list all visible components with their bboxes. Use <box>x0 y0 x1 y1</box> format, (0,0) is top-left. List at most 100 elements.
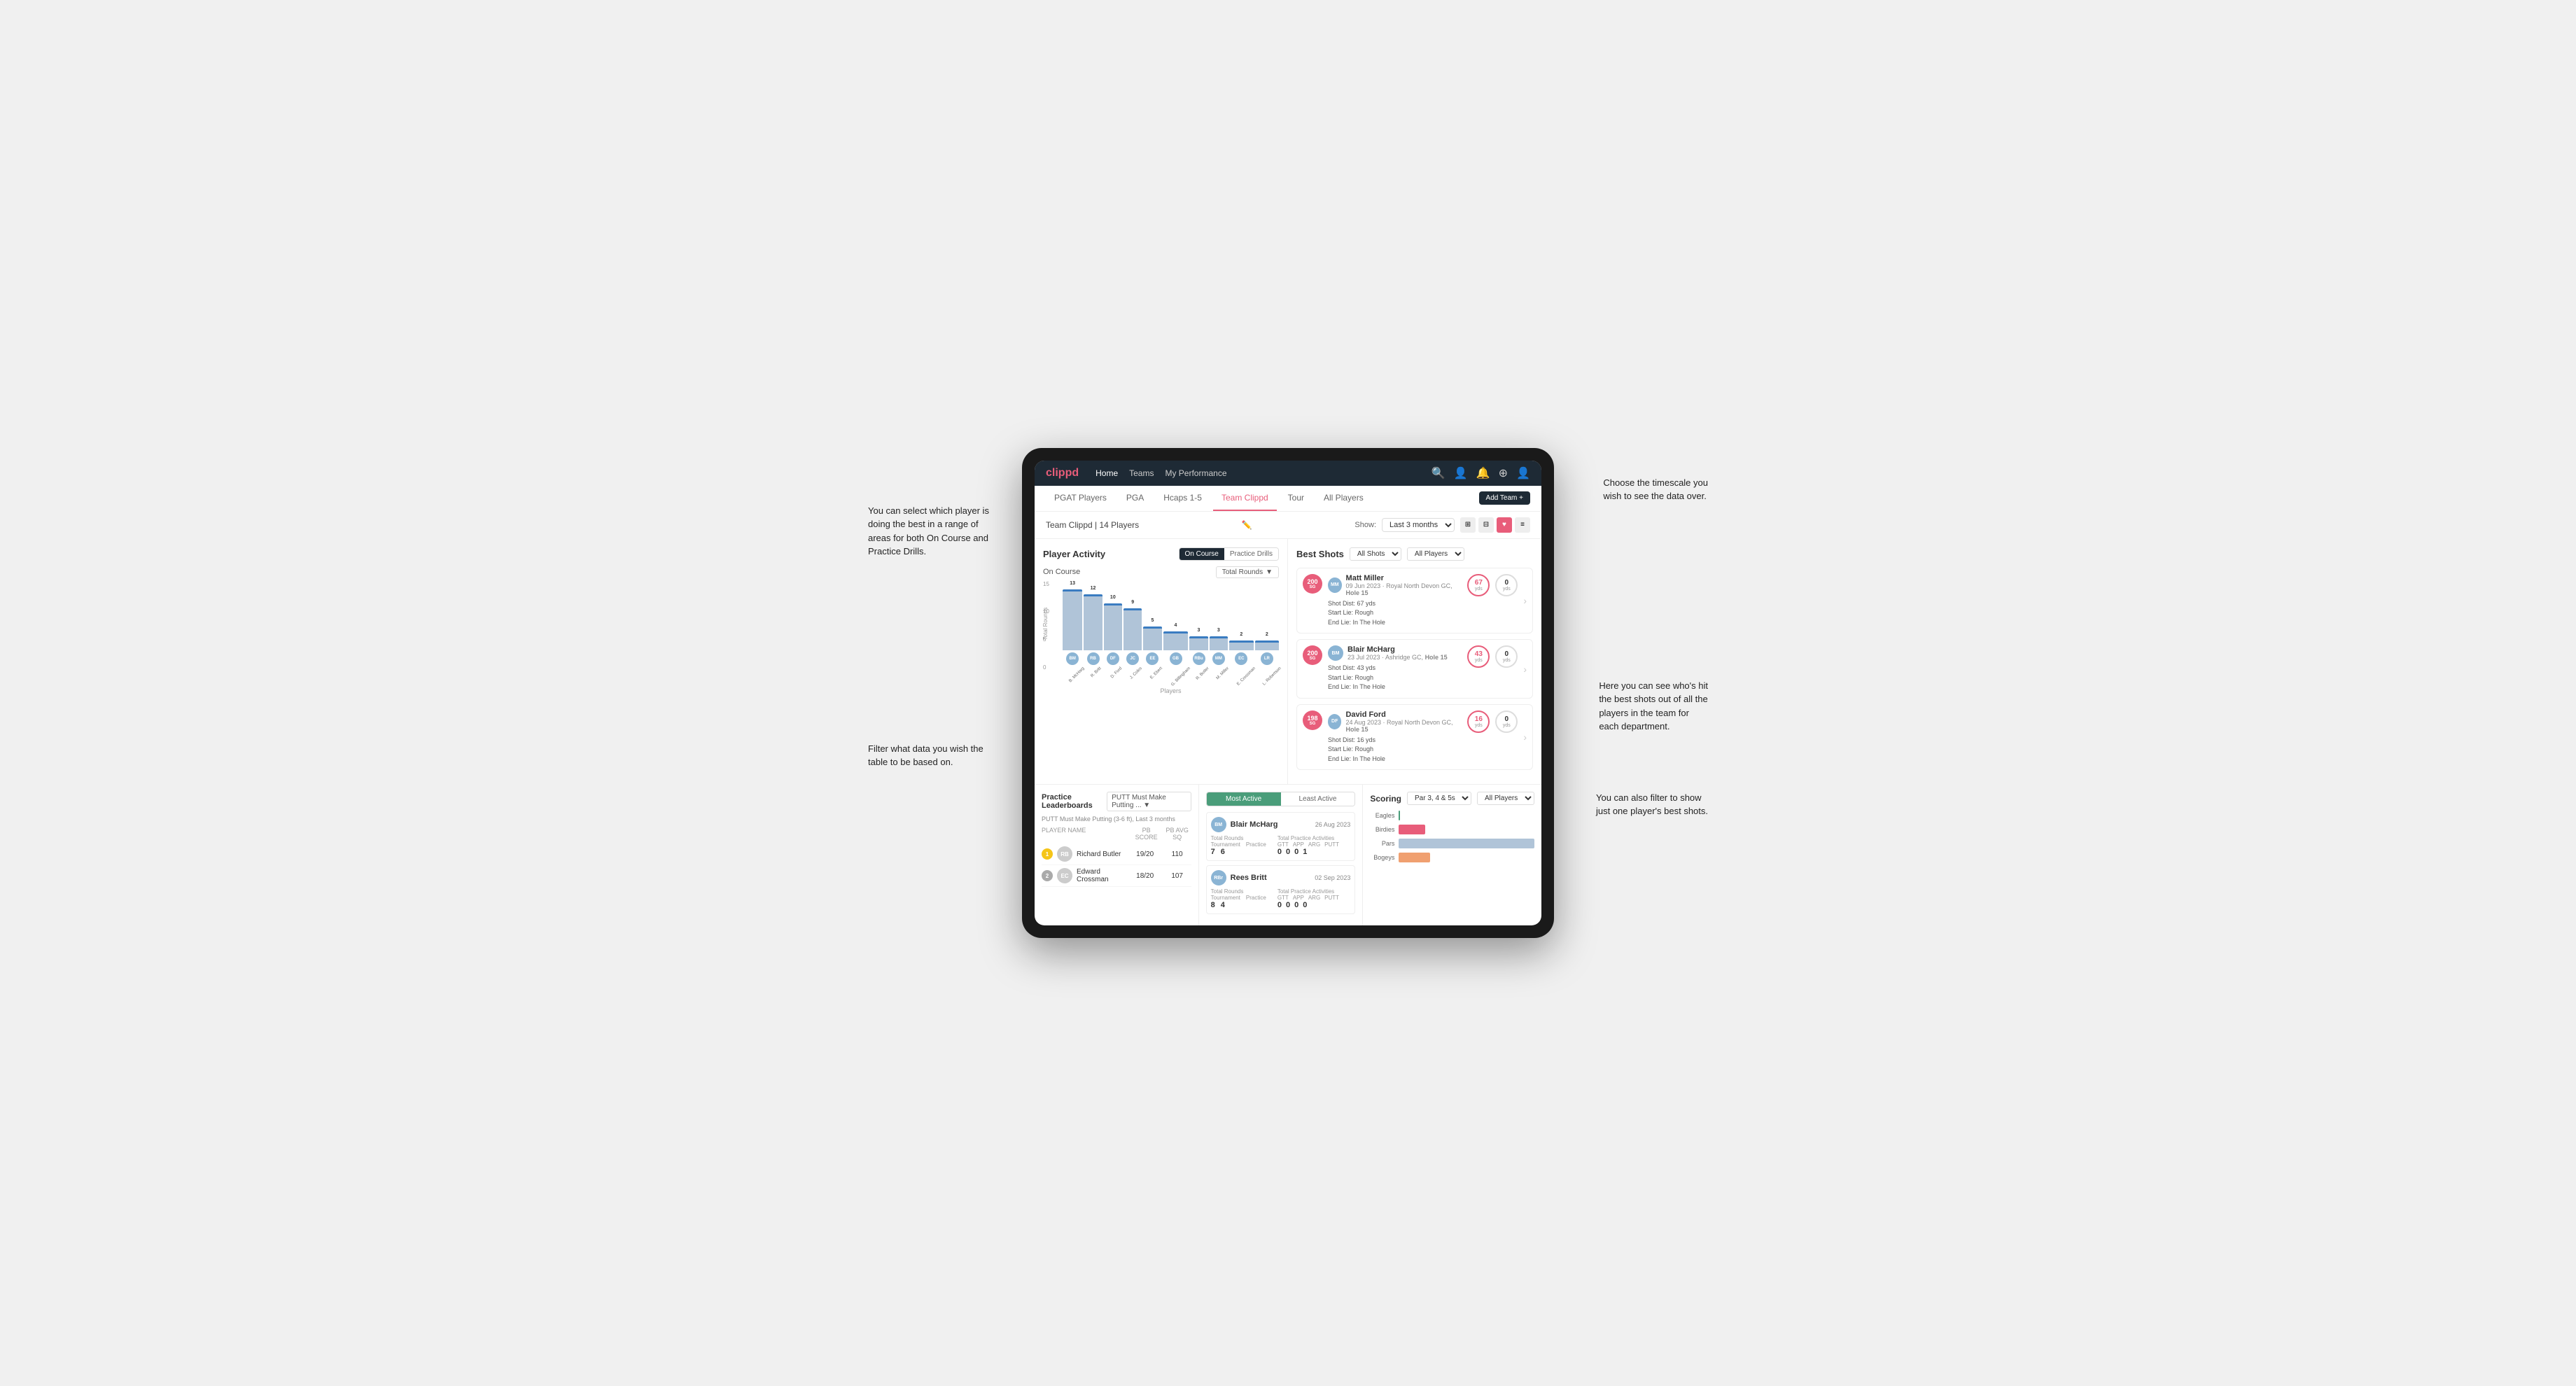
search-icon[interactable]: 🔍 <box>1432 466 1446 480</box>
all-shots-filter[interactable]: All Shots <box>1350 547 1401 561</box>
pl-header: Practice Leaderboards PUTT Must Make Put… <box>1042 792 1191 811</box>
shot-player-name-group: David Ford 24 Aug 2023 · Royal North Dev… <box>1345 710 1462 733</box>
scoring-bar <box>1399 811 1400 820</box>
pl-player-name: Edward Crossman <box>1077 868 1127 883</box>
view-grid2-icon[interactable]: ⊟ <box>1478 517 1494 533</box>
scoring-bar <box>1399 853 1430 862</box>
pl-row[interactable]: 1 RB Richard Butler 19/20 110 <box>1042 844 1191 865</box>
all-players-filter[interactable]: All Players <box>1407 547 1464 561</box>
shot-card[interactable]: 200 SG BM Blair McHarg 23 Jul 2023 · Ash… <box>1296 639 1533 699</box>
bar-group: 3 MM M. Miller <box>1210 581 1228 671</box>
ma-stats: Total Rounds TournamentPractice 8 4 Tota… <box>1211 888 1351 909</box>
pl-avg: 110 <box>1163 850 1191 858</box>
shot-course: 23 Jul 2023 · Ashridge GC, Hole 15 <box>1348 654 1448 661</box>
ma-practice-val: 4 <box>1221 901 1225 909</box>
add-icon[interactable]: ⊕ <box>1499 466 1508 480</box>
tab-bar: PGAT Players PGA Hcaps 1-5 Team Clippd T… <box>1035 486 1541 512</box>
scoring-row: Bogeys 115 <box>1370 853 1534 862</box>
most-active-btn[interactable]: Most Active <box>1207 792 1281 806</box>
tab-tour[interactable]: Tour <box>1280 486 1312 511</box>
pl-col-pb-avg: PB AVG SQ <box>1163 827 1191 841</box>
stat-remaining: 0 yds <box>1495 710 1518 733</box>
ma-activities-sublabels: GTTAPPARGPUTT <box>1278 841 1339 848</box>
tab-pgat-players[interactable]: PGAT Players <box>1046 486 1115 511</box>
scoring-filter2[interactable]: All Players <box>1477 792 1534 805</box>
scoring-panel: Scoring Par 3, 4 & 5s All Players Eagles… <box>1363 785 1541 925</box>
pl-rank-badge: 1 <box>1042 848 1053 860</box>
ma-app: 0 <box>1286 901 1290 909</box>
scoring-bar-wrap: 3 <box>1399 811 1534 820</box>
user-icon[interactable]: 👤 <box>1454 466 1468 480</box>
shot-badge: 200 SG <box>1303 574 1322 594</box>
least-active-btn[interactable]: Least Active <box>1281 792 1355 806</box>
annotation-bottom-right: You can also filter to show just one pla… <box>1596 791 1708 818</box>
pl-subtitle: PUTT Must Make Putting (3-6 ft), Last 3 … <box>1042 816 1191 822</box>
ma-rounds-label: Total Rounds <box>1211 888 1266 895</box>
ma-tournament-val: 7 <box>1211 848 1215 856</box>
nav-link-teams[interactable]: Teams <box>1129 468 1154 478</box>
ma-date: 02 Sep 2023 <box>1315 874 1350 881</box>
pl-title: Practice Leaderboards <box>1042 793 1107 810</box>
shot-player-row: BM Blair McHarg 23 Jul 2023 · Ashridge G… <box>1328 645 1462 661</box>
player-activity-header: Player Activity On Course Practice Drill… <box>1043 547 1279 561</box>
scoring-row: Eagles 3 <box>1370 811 1534 820</box>
shot-player-name: David Ford <box>1345 710 1462 719</box>
pl-filter[interactable]: PUTT Must Make Putting ... ▼ <box>1107 792 1191 811</box>
shot-details: Shot Dist: 43 ydsStart Lie: RoughEnd Lie… <box>1328 664 1462 692</box>
shot-avatar: DF <box>1328 714 1341 729</box>
ma-gtt: 0 <box>1278 848 1282 856</box>
shot-badge: 198 SG <box>1303 710 1322 730</box>
scoring-header: Scoring Par 3, 4 & 5s All Players <box>1370 792 1534 805</box>
most-active-panel: Most Active Least Active BM Blair McHarg… <box>1199 785 1364 925</box>
ma-date: 26 Aug 2023 <box>1315 821 1351 828</box>
player-activity-title: Player Activity <box>1043 549 1105 559</box>
best-shots-panel: Best Shots All Shots All Players 200 SG … <box>1288 539 1541 785</box>
toggle-practice-drills[interactable]: Practice Drills <box>1224 548 1278 560</box>
nav-link-home[interactable]: Home <box>1096 468 1118 478</box>
shot-card[interactable]: 200 SG MM Matt Miller 09 Jun 2023 · Roya… <box>1296 568 1533 634</box>
tab-all-players[interactable]: All Players <box>1315 486 1372 511</box>
ma-activities-label: Total Practice Activities <box>1278 888 1339 895</box>
ma-player-info: BM Blair McHarg <box>1211 817 1278 832</box>
chart-sublabel: On Course <box>1043 568 1080 576</box>
shot-player-name-group: Matt Miller 09 Jun 2023 · Royal North De… <box>1346 574 1462 596</box>
ma-rounds-sublabels: TournamentPractice <box>1211 841 1266 848</box>
view-list-icon[interactable]: ≡ <box>1515 517 1530 533</box>
show-select[interactable]: Last 3 months Last 6 months Last year <box>1382 518 1455 532</box>
bar-group: 9 JC J. Coles <box>1124 581 1142 671</box>
bar-group: 2 LR L. Robertson <box>1255 581 1279 671</box>
ma-gtt: 0 <box>1278 901 1282 909</box>
ma-player-info: RBr Rees Britt <box>1211 870 1267 886</box>
shot-course: 09 Jun 2023 · Royal North Devon GC, Hole… <box>1346 582 1462 596</box>
ma-activities-vals: 0 0 0 0 <box>1278 901 1339 909</box>
shot-card[interactable]: 198 SG DF David Ford 24 Aug 2023 · Royal… <box>1296 704 1533 771</box>
tab-hcaps[interactable]: Hcaps 1-5 <box>1155 486 1210 511</box>
toggle-on-course[interactable]: On Course <box>1180 548 1224 560</box>
bell-icon[interactable]: 🔔 <box>1476 466 1490 480</box>
best-shots-header: Best Shots All Shots All Players <box>1296 547 1533 561</box>
show-label: Show: <box>1354 521 1376 529</box>
ma-rounds-group: Total Rounds TournamentPractice 8 4 <box>1211 888 1266 909</box>
ma-name: Blair McHarg <box>1231 820 1278 829</box>
shot-stats: 16 yds 0 yds <box>1467 710 1518 733</box>
tab-team-clippd[interactable]: Team Clippd <box>1213 486 1277 511</box>
edit-icon[interactable]: ✏️ <box>1242 520 1252 530</box>
view-heart-icon[interactable]: ♥ <box>1497 517 1512 533</box>
add-team-button[interactable]: Add Team + <box>1479 491 1530 505</box>
chart-filter[interactable]: Total Rounds ▼ <box>1216 566 1279 578</box>
view-grid-icon[interactable]: ⊞ <box>1460 517 1476 533</box>
shot-player-name: Matt Miller <box>1346 574 1462 582</box>
nav-link-performance[interactable]: My Performance <box>1165 468 1226 478</box>
shot-avatar: MM <box>1328 578 1342 593</box>
bar-group: 12 RB R. Britt <box>1084 581 1102 671</box>
shot-cards-container: 200 SG MM Matt Miller 09 Jun 2023 · Roya… <box>1296 568 1533 771</box>
ma-players-container: BM Blair McHarg 26 Aug 2023 Total Rounds… <box>1206 812 1356 914</box>
player-activity-panel: Player Activity On Course Practice Drill… <box>1035 539 1288 785</box>
tab-pga[interactable]: PGA <box>1118 486 1152 511</box>
pl-row[interactable]: 2 EC Edward Crossman 18/20 107 <box>1042 865 1191 887</box>
shot-player-name: Blair McHarg <box>1348 645 1448 654</box>
chart-label-row: On Course Total Rounds ▼ <box>1043 566 1279 578</box>
profile-icon[interactable]: 👤 <box>1516 466 1530 480</box>
scoring-row: Pars 499 <box>1370 839 1534 848</box>
scoring-filter1[interactable]: Par 3, 4 & 5s <box>1407 792 1471 805</box>
